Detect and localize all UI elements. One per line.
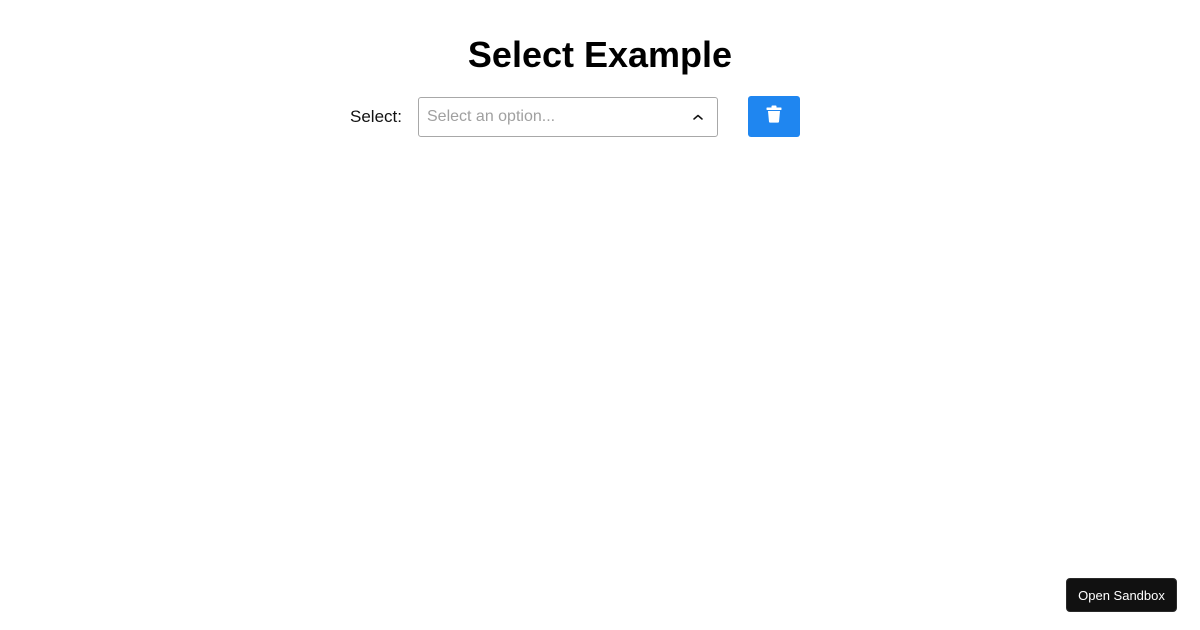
- delete-button[interactable]: [748, 96, 800, 137]
- select-dropdown[interactable]: Select an option...: [418, 96, 718, 137]
- select-row: Select: Select an option...: [350, 96, 800, 137]
- trash-icon: [766, 105, 782, 123]
- select-label: Select:: [350, 106, 402, 126]
- chevron-up-icon[interactable]: [686, 105, 710, 129]
- page-title: Select Example: [467, 34, 733, 75]
- open-sandbox-button[interactable]: Open Sandbox: [1066, 578, 1177, 612]
- select-placeholder: Select an option...: [427, 107, 556, 125]
- page-root: Select Example Select: Select an option.…: [0, 0, 1200, 630]
